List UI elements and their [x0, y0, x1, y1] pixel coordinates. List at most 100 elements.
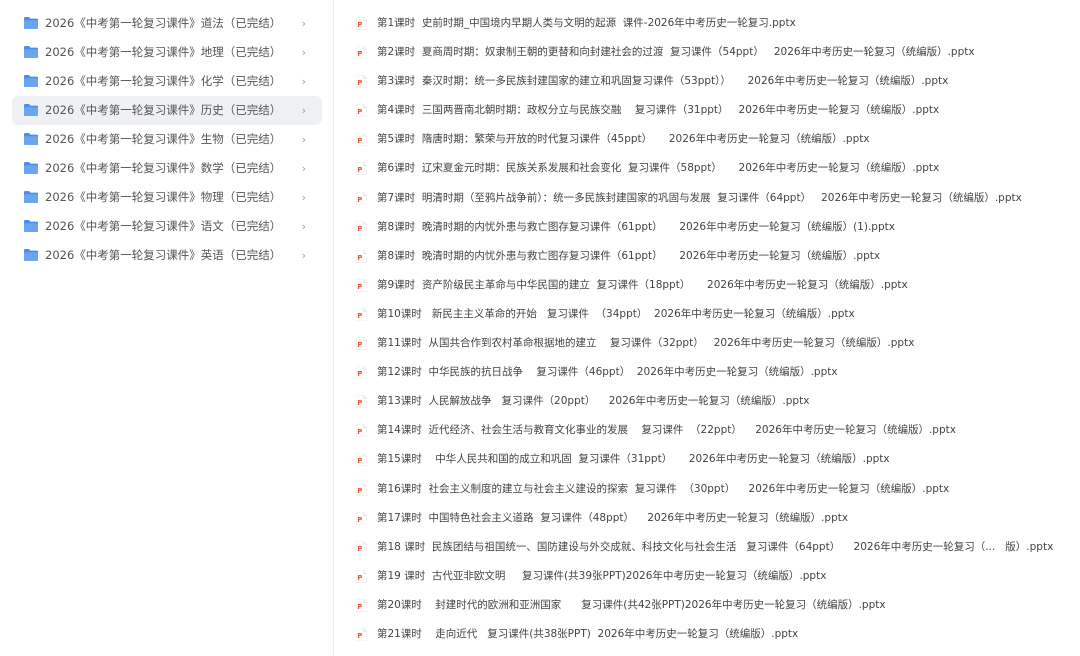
svg-text:P: P [357, 574, 362, 582]
file-row[interactable]: P 第9课时 资产阶级民主革命与中华民国的建立 复习课件（18ppt） 2026年… [346, 271, 1080, 300]
file-row[interactable]: P 第7课时 明清时期（至鸦片战争前）：统一多民族封建国家的巩固与发展 复习课件（… [346, 184, 1080, 213]
file-row[interactable]: P 第13课时 人民解放战争 复习课件（20ppt） 2026年中考历史一轮复习（… [346, 387, 1080, 416]
chevron-right-icon[interactable]: › [302, 67, 306, 96]
file-row[interactable]: P 第3课时 秦汉时期：统一多民族封建国家的建立和巩固复习课件（53ppt）） 2… [346, 67, 1080, 96]
file-name: 第18 课时 民族团结与祖国统一、国防建设与外交成就、科技文化与社会生活 复习课… [377, 540, 1054, 553]
file-row[interactable]: P 第11课时 从国共合作到农村革命根据地的建立 复习课件（32ppt） 2026… [346, 329, 1080, 358]
chevron-right-icon[interactable]: › [302, 125, 306, 154]
sidebar-folder-label: 2026《中考第一轮复习课件》语文（已完结） [45, 219, 282, 233]
ppt-file-icon: P [356, 424, 367, 438]
chevron-right-icon[interactable]: › [302, 38, 306, 67]
file-name: 第10课时 新民主主义革命的开始 复习课件 （34ppt） 2026年中考历史一… [377, 307, 855, 320]
sidebar-folder-item[interactable]: 2026《中考第一轮复习课件》化学（已完结） › [12, 67, 322, 96]
sidebar-folder-item[interactable]: 2026《中考第一轮复习课件》道法（已完结） › [12, 9, 322, 38]
file-name: 第20课时 封建时代的欧洲和亚洲国家 复习课件(共42张PPT)2026年中考历… [377, 598, 886, 611]
svg-text:P: P [357, 370, 362, 378]
sidebar-folder-item[interactable]: 2026《中考第一轮复习课件》历史（已完结） › [12, 96, 322, 125]
file-row[interactable]: P 第10课时 新民主主义革命的开始 复习课件 （34ppt） 2026年中考历史… [346, 300, 1080, 329]
file-name: 第17课时 中国特色社会主义道路 复习课件（48ppt） 2026年中考历史一轮… [377, 511, 849, 524]
file-row[interactable]: P 第2课时 夏商周时期：奴隶制王朝的更替和向封建社会的过渡 复习课件（54ppt… [346, 38, 1080, 67]
ppt-file-icon: P [356, 395, 367, 409]
ppt-file-icon: P [356, 511, 367, 525]
file-name: 第11课时 从国共合作到农村革命根据地的建立 复习课件（32ppt） 2026年… [377, 337, 915, 350]
svg-text:P: P [357, 516, 362, 524]
sidebar-folder-item[interactable]: 2026《中考第一轮复习课件》语文（已完结） › [12, 212, 322, 241]
sidebar-folder-item[interactable]: 2026《中考第一轮复习课件》生物（已完结） › [12, 125, 322, 154]
sidebar-folder-item[interactable]: 2026《中考第一轮复习课件》英语（已完结） › [12, 241, 322, 270]
ppt-file-icon: P [356, 104, 367, 118]
sidebar-folder-label: 2026《中考第一轮复习课件》地理（已完结） [45, 45, 282, 59]
file-row[interactable]: P 第14课时 近代经济、社会生活与教育文化事业的发展 复习课件 （22ppt） … [346, 416, 1080, 445]
sidebar-folder-item[interactable]: 2026《中考第一轮复习课件》数学（已完结） › [12, 154, 322, 183]
svg-text:P: P [357, 312, 362, 320]
ppt-file-icon: P [356, 453, 367, 467]
file-row[interactable]: P 第17课时 中国特色社会主义道路 复习课件（48ppt） 2026年中考历史一… [346, 504, 1080, 533]
folder-icon [24, 220, 38, 232]
file-name: 第16课时 社会主义制度的建立与社会主义建设的探索 复习课件 （30ppt） 2… [377, 482, 950, 495]
file-row[interactable]: P 第16课时 社会主义制度的建立与社会主义建设的探索 复习课件 （30ppt） … [346, 475, 1080, 504]
file-row[interactable]: P 第8课时 晚清时期的内忧外患与救亡图存复习课件（61ppt） 2026年中考历… [346, 213, 1080, 242]
ppt-file-icon: P [356, 133, 367, 147]
folder-icon [24, 104, 38, 116]
file-row[interactable]: P 第4课时 三国两晋南北朝时期：政权分立与民族交融 复习课件（31ppt） 20… [346, 96, 1080, 125]
file-name: 第21课时 走向近代 复习课件(共38张PPT) 2026年中考历史一轮复习（统… [377, 627, 799, 640]
file-row[interactable]: P 第21课时 走向近代 复习课件(共38张PPT) 2026年中考历史一轮复习（… [346, 620, 1080, 649]
sidebar-folder-label: 2026《中考第一轮复习课件》物理（已完结） [45, 190, 282, 204]
folder-icon [24, 162, 38, 174]
ppt-file-icon: P [356, 569, 367, 583]
ppt-file-icon: P [356, 191, 367, 205]
file-name: 第5课时 隋唐时期：繁荣与开放的时代复习课件（45ppt） 2026年中考历史一… [377, 133, 870, 146]
file-name: 第15课时 中华人民共和国的成立和巩固 复习课件（31ppt） 2026年中考历… [377, 453, 890, 466]
ppt-file-icon: P [356, 17, 367, 30]
folder-icon [24, 46, 38, 58]
chevron-right-icon[interactable]: › [302, 96, 306, 125]
file-name: 第19 课时 古代亚非欧文明 复习课件(共39张PPT)2026年中考历史一轮复… [377, 569, 827, 582]
file-name: 第8课时 晚清时期的内忧外患与救亡图存复习课件（61ppt） 2026年中考历史… [377, 220, 895, 233]
file-name: 第14课时 近代经济、社会生活与教育文化事业的发展 复习课件 （22ppt） 2… [377, 424, 956, 437]
svg-text:P: P [357, 632, 362, 640]
file-row[interactable]: P 第5课时 隋唐时期：繁荣与开放的时代复习课件（45ppt） 2026年中考历史… [346, 125, 1080, 154]
ppt-file-icon: P [356, 307, 367, 321]
ppt-file-icon: P [356, 278, 367, 292]
file-row[interactable]: P 第6课时 辽宋夏金元时期：民族关系发展和社会变化 复习课件（58ppt） 20… [346, 154, 1080, 183]
sidebar-folder-item[interactable]: 2026《中考第一轮复习课件》地理（已完结） › [12, 38, 322, 67]
ppt-file-icon: P [356, 162, 367, 176]
chevron-right-icon[interactable]: › [302, 9, 306, 38]
svg-text:P: P [357, 545, 362, 553]
svg-text:P: P [357, 137, 362, 145]
svg-text:P: P [357, 225, 362, 233]
file-row[interactable]: P 第1课时 史前时期_中国境内早期人类与文明的起源 课件-2026年中考历史一轮… [346, 9, 1080, 38]
svg-text:P: P [357, 196, 362, 204]
file-row[interactable]: P 第18 课时 民族团结与祖国统一、国防建设与外交成就、科技文化与社会生活 复习… [346, 533, 1080, 562]
ppt-file-icon: P [356, 598, 367, 612]
file-row[interactable]: P 第12课时 中华民族的抗日战争 复习课件（46ppt） 2026年中考历史一轮… [346, 358, 1080, 387]
svg-text:P: P [357, 166, 362, 174]
ppt-file-icon: P [356, 220, 367, 234]
sidebar-folder-label: 2026《中考第一轮复习课件》历史（已完结） [45, 103, 282, 117]
folder-icon [24, 75, 38, 87]
sidebar-folder-label: 2026《中考第一轮复习课件》生物（已完结） [45, 132, 282, 146]
file-row[interactable]: P 第8课时 晚清时期的内忧外患与救亡图存复习课件（61ppt） 2026年中考历… [346, 242, 1080, 271]
ppt-file-icon: P [356, 46, 367, 60]
chevron-right-icon[interactable]: › [302, 241, 306, 270]
svg-text:P: P [357, 428, 362, 436]
ppt-file-icon: P [356, 75, 367, 89]
file-name: 第12课时 中华民族的抗日战争 复习课件（46ppt） 2026年中考历史一轮复… [377, 366, 838, 379]
sidebar-folder-item[interactable]: 2026《中考第一轮复习课件》物理（已完结） › [12, 183, 322, 212]
chevron-right-icon[interactable]: › [302, 212, 306, 241]
ppt-file-icon: P [356, 337, 367, 351]
chevron-right-icon[interactable]: › [302, 183, 306, 212]
chevron-right-icon[interactable]: › [302, 154, 306, 183]
file-name: 第6课时 辽宋夏金元时期：民族关系发展和社会变化 复习课件（58ppt） 202… [377, 162, 940, 175]
file-row[interactable]: P 第19 课时 古代亚非欧文明 复习课件(共39张PPT)2026年中考历史一轮… [346, 562, 1080, 591]
file-name: 第13课时 人民解放战争 复习课件（20ppt） 2026年中考历史一轮复习（统… [377, 395, 810, 408]
sidebar-folder-label: 2026《中考第一轮复习课件》英语（已完结） [45, 248, 282, 262]
svg-text:P: P [357, 399, 362, 407]
file-row[interactable]: P 第20课时 封建时代的欧洲和亚洲国家 复习课件(共42张PPT)2026年中考… [346, 591, 1080, 620]
file-row[interactable]: P 第15课时 中华人民共和国的成立和巩固 复习课件（31ppt） 2026年中考… [346, 445, 1080, 474]
svg-text:P: P [357, 21, 362, 29]
file-name: 第7课时 明清时期（至鸦片战争前）：统一多民族封建国家的巩固与发展 复习课件（6… [377, 191, 1022, 204]
file-name: 第8课时 晚清时期的内忧外患与救亡图存复习课件（61ppt） 2026年中考历史… [377, 249, 881, 262]
file-name: 第4课时 三国两晋南北朝时期：政权分立与民族交融 复习课件（31ppt） 202… [377, 104, 940, 117]
svg-text:P: P [357, 341, 362, 349]
